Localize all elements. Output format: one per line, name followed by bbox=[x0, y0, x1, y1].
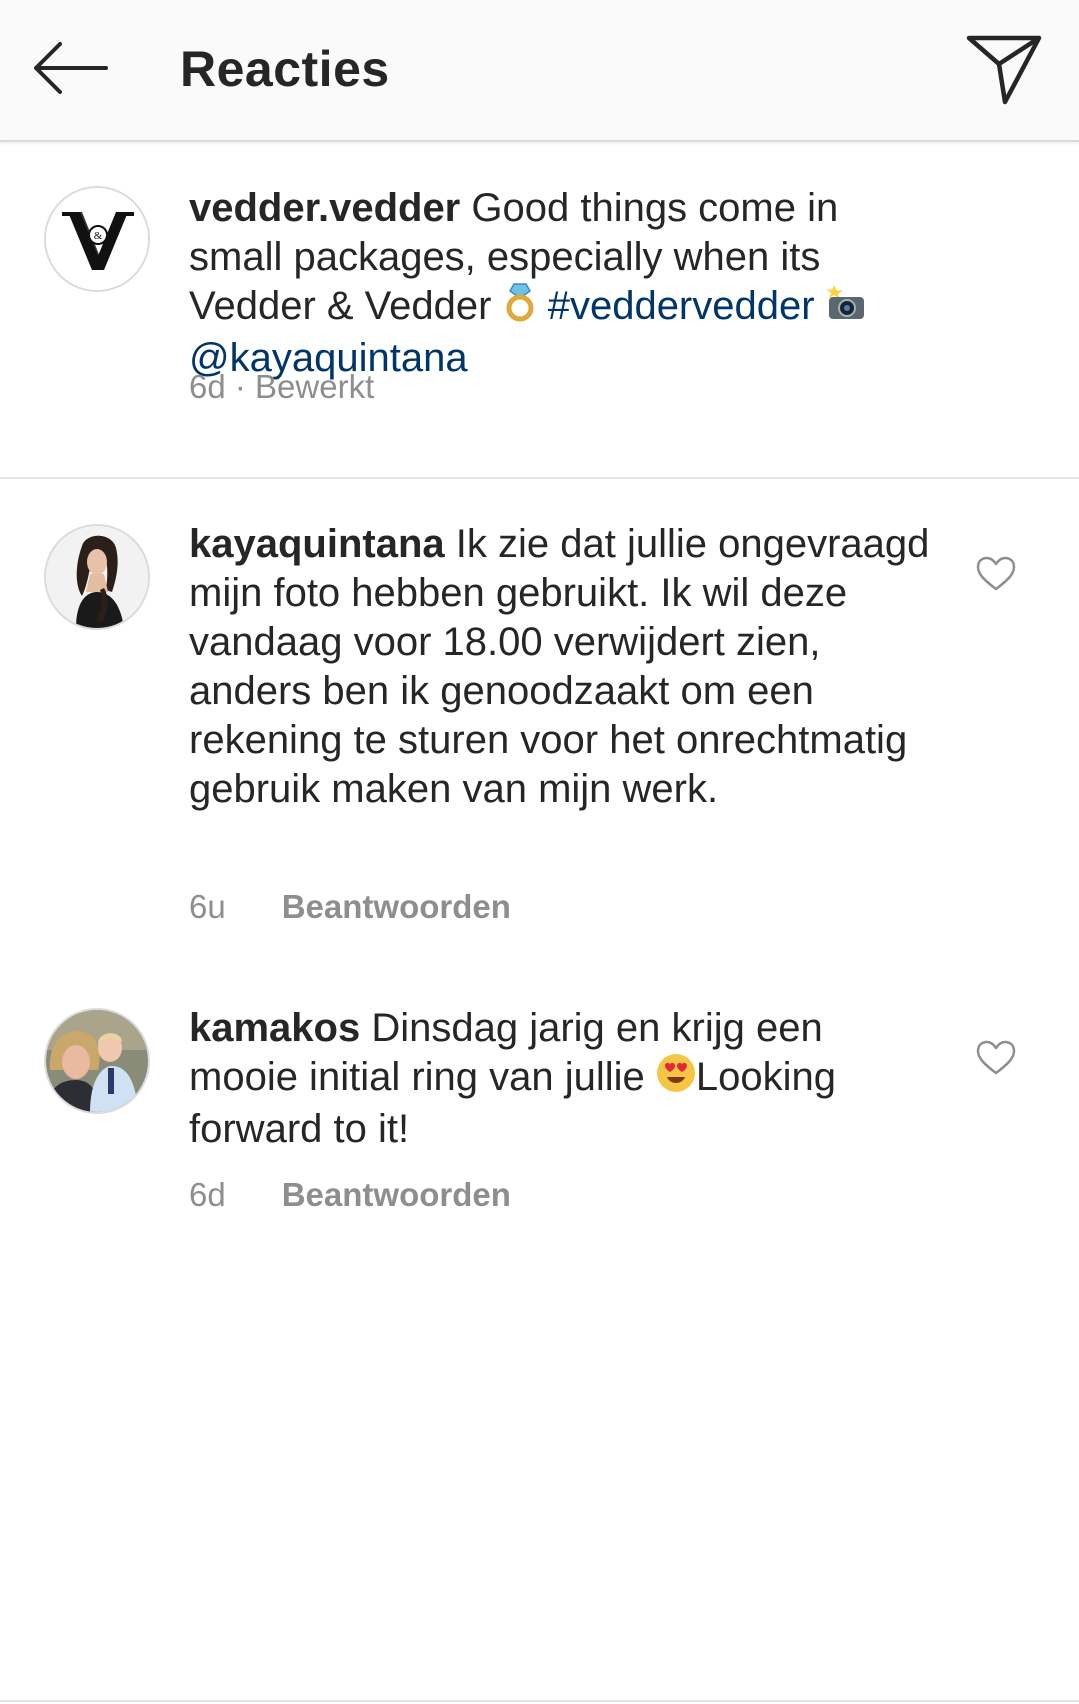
caption-meta: 6d · Bewerkt bbox=[189, 368, 374, 406]
like-heart-icon[interactable] bbox=[976, 1040, 1016, 1076]
caption-text: vedder.vedder Good things come in small … bbox=[189, 184, 939, 383]
page-title: Reacties bbox=[180, 41, 390, 97]
avatar-kamakos[interactable] bbox=[44, 1008, 150, 1114]
comment-time: 6d bbox=[189, 1176, 226, 1213]
comment-text: kayaquintana Ik zie dat jullie ongevraag… bbox=[189, 520, 939, 814]
reply-button[interactable]: Beantwoorden bbox=[282, 888, 511, 925]
like-heart-icon[interactable] bbox=[976, 556, 1016, 592]
reply-button[interactable]: Beantwoorden bbox=[282, 1176, 511, 1213]
camera-flash-emoji bbox=[825, 284, 866, 333]
comment-username[interactable]: kamakos bbox=[189, 1006, 360, 1050]
vedder-logo-icon: & bbox=[46, 188, 148, 290]
svg-text:&: & bbox=[94, 230, 103, 242]
comment-username[interactable]: kayaquintana bbox=[189, 522, 445, 566]
user-photo-icon bbox=[46, 1010, 148, 1112]
direct-send-icon[interactable] bbox=[965, 32, 1045, 106]
caption-username[interactable]: vedder.vedder bbox=[189, 186, 460, 230]
avatar-vedder[interactable]: & bbox=[44, 186, 150, 292]
comment-text: kamakos Dinsdag jarig en krijg een mooie… bbox=[189, 1004, 939, 1154]
user-photo-icon bbox=[46, 526, 148, 628]
hashtag-link[interactable]: #veddervedder bbox=[548, 284, 815, 328]
comment-meta: 6d Beantwoorden bbox=[189, 1176, 511, 1214]
heart-eyes-emoji bbox=[656, 1053, 696, 1105]
caption-time: 6d bbox=[189, 368, 226, 405]
avatar-kayaquintana[interactable] bbox=[44, 524, 150, 630]
bottom-divider bbox=[0, 1700, 1079, 1702]
comment-meta: 6u Beantwoorden bbox=[189, 888, 511, 926]
edited-label: · Bewerkt bbox=[225, 368, 375, 405]
post-caption: & vedder.vedder Good things come in smal… bbox=[0, 140, 1079, 479]
top-bar: Reacties bbox=[0, 0, 1079, 142]
ring-emoji bbox=[503, 282, 537, 334]
back-arrow-icon[interactable] bbox=[30, 38, 110, 98]
comment-time: 6u bbox=[189, 888, 226, 925]
